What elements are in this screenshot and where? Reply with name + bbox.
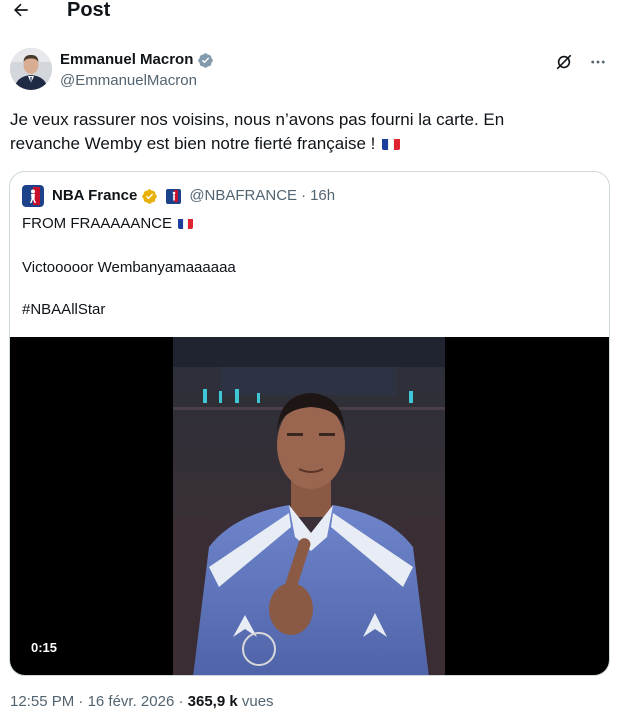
post-time[interactable]: 12:55 PM xyxy=(10,693,74,710)
back-button[interactable] xyxy=(10,0,32,21)
grok-button[interactable] xyxy=(554,52,574,72)
quoted-text-line: FROM FRAAAAANCE xyxy=(22,214,194,234)
author-handle[interactable]: @EmmanuelMacron xyxy=(60,71,214,91)
post-text-line: revanche Wemby est bien notre fierté fra… xyxy=(10,132,610,156)
quoted-timestamp[interactable]: 16h xyxy=(310,186,335,206)
france-flag-icon xyxy=(178,217,194,229)
post-author: Emmanuel Macron @EmmanuelMacron xyxy=(10,48,612,94)
more-icon xyxy=(591,60,605,64)
nba-affiliate-badge-icon xyxy=(166,188,182,204)
post-top-actions xyxy=(554,52,608,72)
quoted-text-line: Victooooor Wembanyamaaaaaa xyxy=(22,259,236,276)
quoted-hashtag[interactable]: #NBAAllStar xyxy=(22,300,105,320)
post-text-line: Je veux rassurer nos voisins, nous n’avo… xyxy=(10,110,505,129)
quoted-post-header: NBA France @NBAFRANCE · 16h xyxy=(22,184,335,208)
video-player[interactable]: 0:15 xyxy=(10,337,609,675)
meta-separator: · xyxy=(178,693,184,710)
avatar[interactable] xyxy=(10,48,52,90)
quoted-display-name[interactable]: NBA France xyxy=(52,186,137,206)
meta-separator: · xyxy=(78,693,84,710)
gold-verified-badge-icon xyxy=(142,188,158,204)
views-count: 365,9 k xyxy=(187,693,238,710)
nba-logo-icon[interactable] xyxy=(22,185,44,207)
quoted-handle: @NBAFRANCE xyxy=(189,187,298,204)
post-meta: 12:55 PM · 16 févr. 2026 · 365,9 k vues xyxy=(10,692,274,712)
page-title: Post xyxy=(67,0,111,21)
quoted-post[interactable]: NBA France @NBAFRANCE · 16h FROM FRAAAAA… xyxy=(9,171,610,676)
quoted-separator: · xyxy=(301,187,307,204)
arrow-left-icon xyxy=(14,3,28,17)
france-flag-icon xyxy=(382,136,401,150)
author-names: Emmanuel Macron @EmmanuelMacron xyxy=(60,50,214,91)
post-text: Je veux rassurer nos voisins, nous n’avo… xyxy=(10,108,610,156)
video-duration: 0:15 xyxy=(23,637,66,659)
post-date[interactable]: 16 févr. 2026 xyxy=(88,693,175,710)
top-bar: Post xyxy=(0,0,622,26)
author-display-name[interactable]: Emmanuel Macron xyxy=(60,50,193,70)
grok-icon xyxy=(556,54,572,70)
views-label: vues xyxy=(241,693,274,710)
more-options-button[interactable] xyxy=(588,52,608,72)
video-frame xyxy=(173,337,445,675)
verified-badge-icon xyxy=(198,52,214,68)
